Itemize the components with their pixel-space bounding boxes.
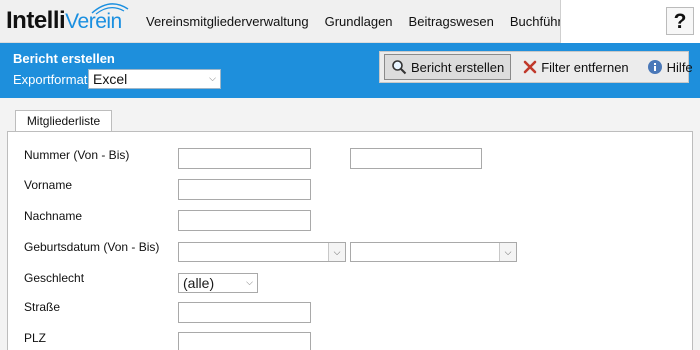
tab-mitgliederliste[interactable]: Mitgliederliste	[15, 110, 112, 132]
plz-input[interactable]	[178, 332, 311, 350]
geschlecht-value: (alle)	[183, 275, 215, 291]
geburtsdatum-to-select[interactable]: ⌵	[350, 242, 517, 262]
top-nav-bar: Intelli Verein Vereinsmitgliederverwaltu…	[0, 0, 700, 43]
create-report-label: Bericht erstellen	[411, 59, 505, 75]
report-toolbar: Bericht erstellen Filter entfernen Hilfe	[379, 51, 693, 83]
main-menu: Vereinsmitgliederverwaltung Grundlagen B…	[138, 0, 592, 43]
label-geschlecht: Geschlecht	[24, 271, 85, 285]
vorname-input[interactable]	[178, 179, 311, 200]
label-vorname: Vorname	[24, 178, 73, 192]
label-plz: PLZ	[24, 331, 47, 345]
chevron-down-icon[interactable]: ⌵	[499, 243, 516, 261]
help-button[interactable]: Hilfe	[641, 54, 699, 80]
geschlecht-select[interactable]: (alle) ⌵	[178, 273, 258, 293]
create-report-button[interactable]: Bericht erstellen	[384, 54, 512, 80]
help-label: Hilfe	[666, 59, 693, 75]
chevron-down-icon: ⌵	[246, 277, 253, 287]
remove-filter-button[interactable]: Filter entfernen	[517, 54, 634, 80]
logo-swoosh-icon	[91, 3, 129, 15]
menu-item-beitragswesen[interactable]: Beitragswesen	[401, 14, 502, 29]
export-format-label: Exportformat	[13, 72, 88, 87]
topbar-right-area: ?	[560, 0, 700, 43]
nachname-input[interactable]	[178, 210, 311, 231]
magnifier-icon	[391, 59, 407, 75]
nummer-from-input[interactable]	[178, 148, 311, 169]
strasse-input[interactable]	[178, 302, 311, 323]
label-strasse: Straße	[24, 300, 61, 314]
x-icon	[523, 60, 537, 74]
info-icon	[647, 59, 663, 75]
logo-text-intelli: Intelli	[6, 7, 66, 34]
label-nummer: Nummer (Von - Bis)	[24, 148, 130, 162]
help-question-button[interactable]: ?	[666, 7, 694, 35]
label-nachname: Nachname	[24, 209, 83, 223]
export-format-select[interactable]: Excel ⌵	[88, 69, 221, 89]
remove-filter-label: Filter entfernen	[541, 59, 629, 75]
label-geburtsdatum: Geburtsdatum (Von - Bis)	[24, 240, 160, 254]
chevron-down-icon[interactable]: ⌵	[328, 243, 345, 261]
page-title: Bericht erstellen	[13, 51, 115, 66]
chevron-down-icon: ⌵	[209, 73, 216, 83]
app-logo[interactable]: Intelli Verein	[6, 3, 129, 37]
nummer-to-input[interactable]	[350, 148, 482, 169]
menu-item-grundlagen[interactable]: Grundlagen	[317, 14, 401, 29]
menu-item-vereinsmitgliederverwaltung[interactable]: Vereinsmitgliederverwaltung	[138, 14, 317, 29]
export-format-value: Excel	[93, 71, 128, 87]
geburtsdatum-from-select[interactable]: ⌵	[178, 242, 346, 262]
content-area: Mitgliederliste	[0, 98, 700, 350]
